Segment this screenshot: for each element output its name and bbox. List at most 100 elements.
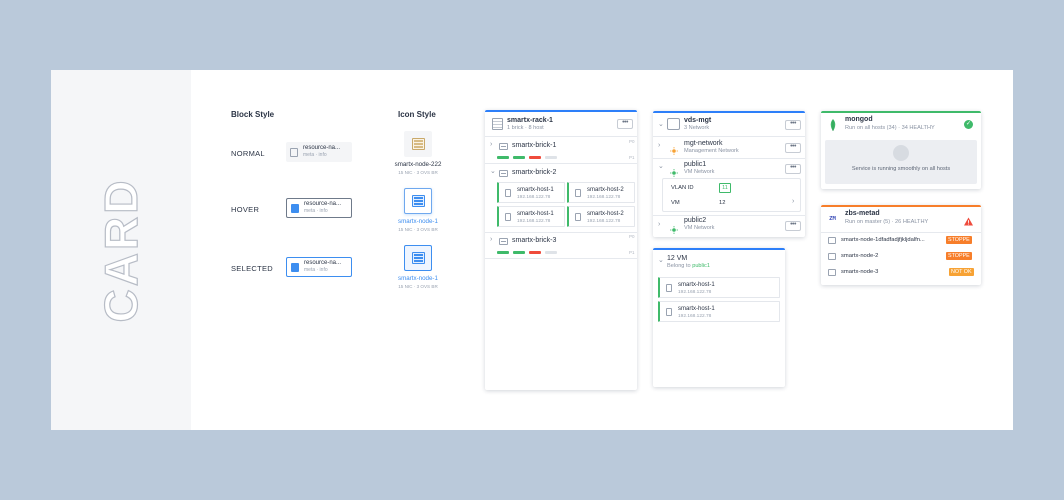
block-name: resource-na... xyxy=(303,145,341,151)
icon-name: smartx-node-1 xyxy=(398,275,438,282)
node-status: STOPPE xyxy=(946,252,972,260)
node-icon xyxy=(828,269,836,276)
resource-icon xyxy=(291,203,299,213)
separator xyxy=(485,163,637,164)
vm-host-card[interactable]: smartx-host-1 192.168.122.78 xyxy=(658,277,780,298)
brick-icon xyxy=(499,143,508,150)
vm-host-card[interactable]: smartx-host-1 192.168.122.78 xyxy=(658,301,780,322)
icon-card-normal[interactable] xyxy=(404,131,432,157)
status-placeholder-icon xyxy=(893,145,909,161)
host-name: smartx-host-2 xyxy=(587,187,624,193)
separator xyxy=(653,136,805,137)
node-name[interactable]: smartx-node-2 xyxy=(841,253,878,259)
network-type: VM Network xyxy=(684,169,715,175)
icon-name: smartx-node-1 xyxy=(398,218,438,225)
network-icon xyxy=(670,142,678,155)
host-card[interactable]: smartx-host-2 192.168.122.78 xyxy=(567,182,635,203)
warning-icon xyxy=(964,213,973,231)
vm-panel: ⌄ 12 VM Belong to public1 smartx-host-1 … xyxy=(653,248,785,387)
block-name: resource-na... xyxy=(304,201,342,207)
vds-title: vds-mgt xyxy=(684,117,712,124)
host-card[interactable]: smartx-host-1 192.168.122.78 xyxy=(497,206,565,227)
icon-card-selected[interactable] xyxy=(404,245,432,271)
normal-label: NORMAL xyxy=(231,149,265,158)
chevron-down-icon[interactable]: ⌄ xyxy=(658,120,664,128)
network-name[interactable]: public1 xyxy=(684,161,706,168)
selected-label: SELECTED xyxy=(231,264,273,273)
node-icon xyxy=(828,253,836,260)
network-icon xyxy=(670,221,678,234)
health-bar xyxy=(545,251,557,254)
mongod-panel: mongod Run on all hosts (34) · 34 HEALTH… xyxy=(821,111,981,189)
node-status: STOPPE xyxy=(946,236,972,244)
network-more-button[interactable]: ••• xyxy=(785,221,801,231)
rack-more-button[interactable]: ••• xyxy=(617,119,633,129)
switch-icon xyxy=(667,118,680,130)
chevron-down-icon[interactable]: ⌄ xyxy=(658,162,664,170)
chevron-right-icon[interactable]: › xyxy=(792,198,794,205)
icon-meta: 15 NIC · 3 OVS BR xyxy=(398,227,438,232)
leaf-icon xyxy=(829,118,837,136)
host-name: smartx-host-1 xyxy=(517,187,554,193)
separator xyxy=(485,258,637,259)
separator xyxy=(821,232,981,233)
brick-top-tag: P0 xyxy=(629,234,635,239)
separator xyxy=(653,215,805,216)
chevron-right-icon[interactable]: › xyxy=(658,221,660,228)
chevron-right-icon[interactable]: › xyxy=(490,236,492,243)
brick-icon xyxy=(499,170,508,177)
block-selected[interactable]: resource-na... meta · info xyxy=(286,257,352,277)
icon-name: smartx-node-222 xyxy=(394,161,442,168)
network-detail: VLAN ID 11 VM 12 › xyxy=(662,178,801,212)
server-icon xyxy=(411,252,425,264)
panel-accent-bar xyxy=(653,111,805,113)
mongod-status-box: Service is running smoothly on all hosts xyxy=(825,140,977,184)
host-name: smartx-host-1 xyxy=(678,306,715,312)
host-icon xyxy=(505,189,511,197)
separator xyxy=(485,232,637,233)
card-sheet: CARD Block Style NORMAL HOVER SELECTED r… xyxy=(51,70,1013,430)
mongod-title: mongod xyxy=(845,116,873,123)
zbs-meta: Run on master (5) · 26 HEALTHY xyxy=(845,219,929,225)
server-icon xyxy=(411,195,425,207)
zbs-panel: ZM zbs-metad Run on master (5) · 26 HEAL… xyxy=(821,205,981,285)
chevron-down-icon[interactable]: ⌄ xyxy=(490,167,496,175)
network-more-button[interactable]: ••• xyxy=(785,143,801,153)
belong-prefix: Belong to xyxy=(667,263,691,269)
block-normal[interactable]: resource-na... meta · info xyxy=(286,142,352,162)
health-bar xyxy=(529,251,541,254)
node-name[interactable]: smartx-node-1dfadfadjfjkljdalfn... xyxy=(841,237,925,243)
host-card[interactable]: smartx-host-2 192.168.122.78 xyxy=(567,206,635,227)
host-card[interactable]: smartx-host-1 192.168.122.78 xyxy=(497,182,565,203)
brick-name[interactable]: smartx-brick-1 xyxy=(512,142,556,149)
chevron-right-icon[interactable]: › xyxy=(658,142,660,149)
block-hover[interactable]: resource-na... meta · info xyxy=(286,198,352,218)
network-name[interactable]: mgt-network xyxy=(684,140,723,147)
chevron-down-icon[interactable]: ⌄ xyxy=(658,256,664,264)
network-type: Management Network xyxy=(684,148,739,154)
vds-more-button[interactable]: ••• xyxy=(785,120,801,130)
vm-belong: Belong to public1 xyxy=(667,263,710,269)
resource-icon xyxy=(290,147,298,157)
panel-accent-bar xyxy=(821,205,981,207)
chevron-right-icon[interactable]: › xyxy=(490,141,492,148)
rack-icon xyxy=(492,118,503,130)
health-bar xyxy=(497,156,509,159)
network-more-button[interactable]: ••• xyxy=(785,164,801,174)
health-bar xyxy=(497,251,509,254)
network-panel: ⌄ vds-mgt 3 Network ••• › mgt-network Ma… xyxy=(653,111,805,237)
vlan-label: VLAN ID xyxy=(671,185,694,191)
network-name[interactable]: public2 xyxy=(684,217,706,224)
host-icon xyxy=(575,189,581,197)
vm-title: 12 VM xyxy=(667,255,688,262)
host-ip: 192.168.122.78 xyxy=(587,195,621,200)
brick-bottom-tag: P1 xyxy=(629,250,635,255)
node-name[interactable]: smartx-node-3 xyxy=(841,269,878,275)
network-icon xyxy=(670,164,678,177)
belong-link[interactable]: public1 xyxy=(692,263,710,269)
block-meta: meta · info xyxy=(303,152,327,158)
brick-name[interactable]: smartx-brick-2 xyxy=(512,169,556,176)
resource-icon xyxy=(291,262,299,272)
brick-name[interactable]: smartx-brick-3 xyxy=(512,237,556,244)
icon-card-hover[interactable] xyxy=(404,188,432,214)
